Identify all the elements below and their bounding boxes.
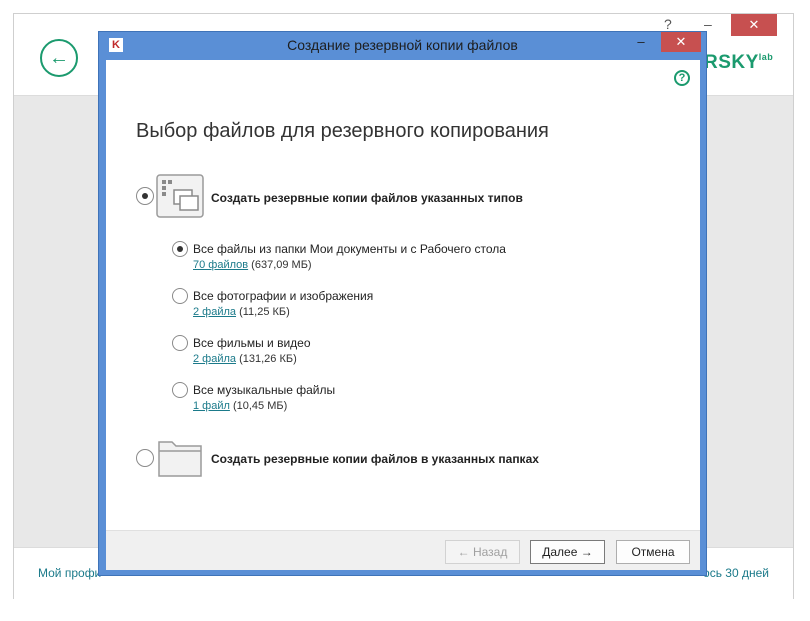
- music-count-link[interactable]: 1 файл: [193, 400, 230, 412]
- documents-count-link[interactable]: 70 файлов: [193, 259, 248, 271]
- main-help-button[interactable]: ?: [664, 16, 672, 32]
- file-types-icon: [156, 174, 204, 218]
- sub-option-videos-info: 2 файла (131,26 КБ): [193, 353, 297, 365]
- back-button[interactable]: ←: [40, 39, 78, 77]
- license-days-link[interactable]: ось 30 дней: [703, 566, 769, 580]
- folder-icon: [158, 441, 202, 477]
- option-types-label[interactable]: Создать резервные копии файлов указанных…: [211, 191, 523, 205]
- cancel-button[interactable]: Отмена: [616, 540, 690, 564]
- photos-count-link[interactable]: 2 файла: [193, 306, 236, 318]
- dialog-button-bar: ← Назад Далее → Отмена: [106, 530, 700, 570]
- next-step-button[interactable]: Далее →: [530, 540, 605, 564]
- dialog-content: ? Выбор файлов для резервного копировани…: [106, 60, 700, 570]
- option-folders-radio[interactable]: [136, 449, 154, 467]
- sub-option-photos-radio[interactable]: [172, 288, 188, 304]
- documents-size: (637,09 МБ): [251, 259, 312, 271]
- sub-option-music-label[interactable]: Все музыкальные файлы: [193, 383, 335, 397]
- videos-count-link[interactable]: 2 файла: [193, 353, 236, 365]
- sub-option-music-info: 1 файл (10,45 МБ): [193, 400, 287, 412]
- backup-dialog: K Создание резервной копии файлов – ✕ ? …: [98, 31, 707, 576]
- sub-option-documents-radio[interactable]: [172, 241, 188, 257]
- sub-option-music-radio[interactable]: [172, 382, 188, 398]
- dialog-title: Создание резервной копии файлов: [287, 37, 518, 53]
- dialog-minimize-button[interactable]: –: [630, 33, 652, 51]
- option-folders-label[interactable]: Создать резервные копии файлов в указанн…: [211, 452, 539, 466]
- main-close-button[interactable]: ✕: [731, 14, 777, 36]
- music-size: (10,45 МБ): [232, 400, 288, 412]
- dialog-close-button[interactable]: ✕: [661, 32, 701, 52]
- option-types-radio[interactable]: [136, 187, 154, 205]
- help-icon[interactable]: ?: [674, 70, 690, 86]
- sub-option-documents-label[interactable]: Все файлы из папки Мои документы и с Раб…: [193, 242, 506, 256]
- my-profile-link[interactable]: Мой профи: [38, 566, 101, 580]
- arrow-left-icon: ←: [49, 47, 69, 69]
- videos-size: (131,26 КБ): [239, 353, 297, 365]
- dialog-titlebar[interactable]: K Создание резервной копии файлов – ✕: [99, 32, 706, 59]
- back-step-button[interactable]: ← Назад: [445, 540, 520, 564]
- page-title: Выбор файлов для резервного копирования: [136, 120, 549, 142]
- sub-option-photos-label[interactable]: Все фотографии и изображения: [193, 289, 373, 303]
- photos-size: (11,25 КБ): [239, 306, 290, 318]
- sub-option-photos-info: 2 файла (11,25 КБ): [193, 306, 290, 318]
- main-minimize-button[interactable]: –: [704, 16, 712, 32]
- sub-option-videos-radio[interactable]: [172, 335, 188, 351]
- kaspersky-logo: RSKYlab: [704, 52, 774, 73]
- sub-option-documents-info: 70 файлов (637,09 МБ): [193, 259, 312, 271]
- sub-option-videos-label[interactable]: Все фильмы и видео: [193, 336, 311, 350]
